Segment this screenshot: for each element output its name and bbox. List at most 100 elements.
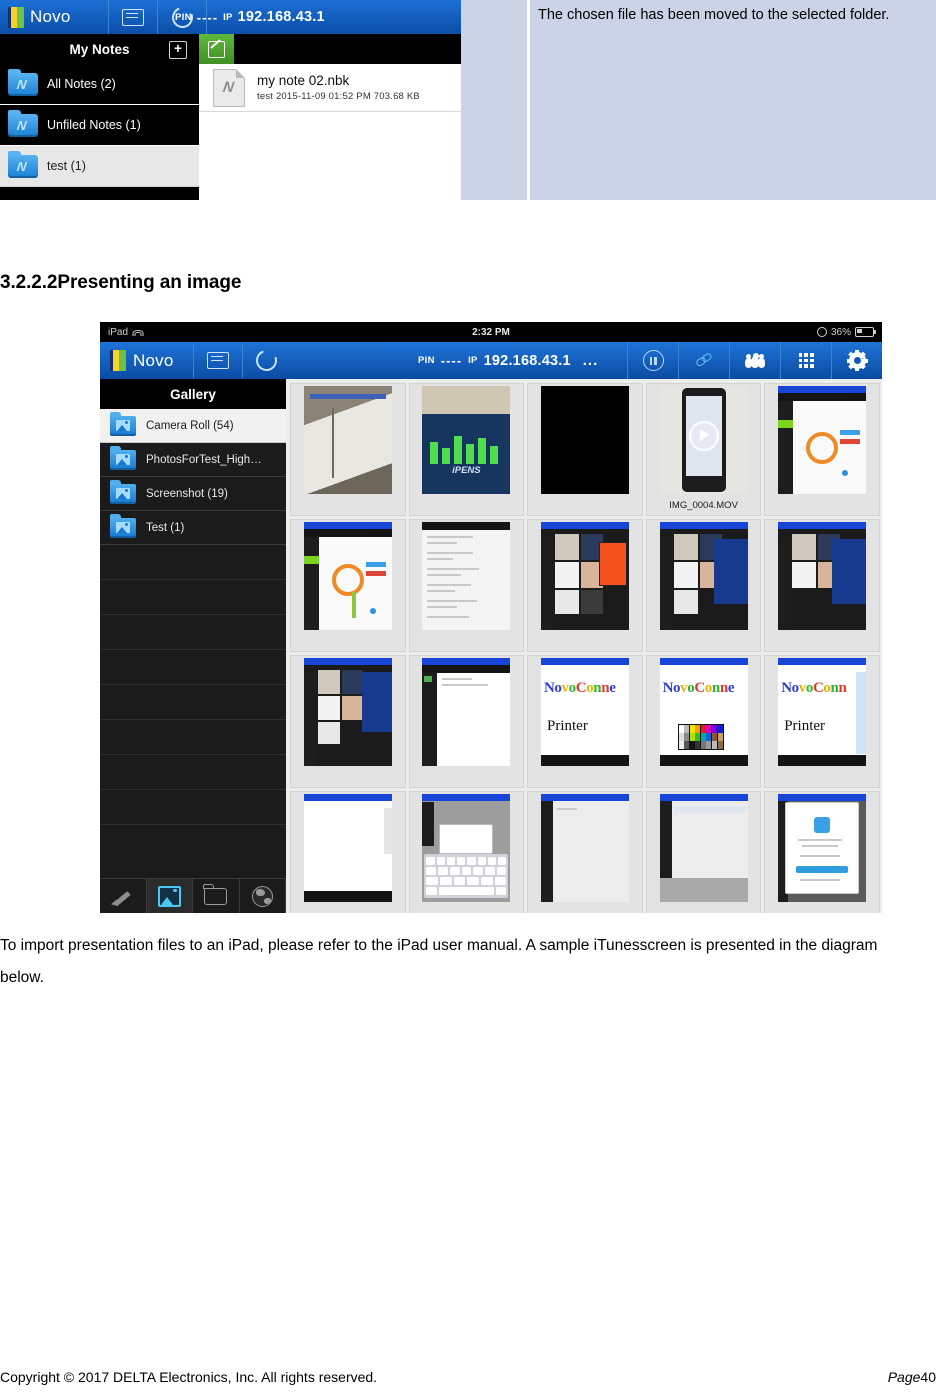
grid-item[interactable] — [290, 791, 406, 913]
album-empty-row — [100, 545, 286, 580]
album-folder-icon — [110, 480, 136, 504]
grid-item[interactable] — [527, 383, 643, 516]
novo-book-icon — [8, 6, 24, 28]
overflow-button[interactable]: ... — [583, 352, 599, 369]
settings-button[interactable] — [831, 342, 882, 379]
grid-item[interactable] — [645, 519, 762, 652]
status-right: 36% — [816, 326, 876, 338]
pin-value: ---- — [440, 353, 463, 368]
tab-files[interactable] — [193, 879, 240, 913]
ios-status-bar: iPad 2:32 PM 36% — [100, 322, 882, 342]
web-browser-icon — [251, 885, 273, 907]
notes-folder-icon: N — [8, 150, 38, 178]
grid-item[interactable] — [290, 655, 406, 788]
grid-item[interactable] — [527, 791, 643, 913]
whiteboard-pen-icon — [111, 887, 132, 909]
handwriting-text: NovoConne — [662, 680, 735, 696]
grid-item-whiteboard[interactable]: NovoConn Printer — [764, 655, 880, 788]
grid-item[interactable] — [764, 791, 880, 913]
gallery-sidebar: Gallery Camera Roll (54) PhotosForTest_H… — [100, 379, 286, 913]
notes-folder-item[interactable]: N Unfiled Notes (1) — [0, 105, 199, 146]
pages-dialog — [785, 802, 860, 894]
grid-item-video[interactable]: IMG_0004.MOV — [645, 383, 762, 516]
gallery-toolbar: Novo PIN ---- IP 192.168.43.1 ... — [100, 342, 882, 379]
album-item-screenshot[interactable]: Screenshot (19) — [100, 477, 286, 511]
notes-sidebar-header: My Notes + — [0, 34, 199, 64]
grid-item[interactable] — [645, 791, 762, 913]
gallery-tab-bar — [100, 878, 286, 913]
album-item-photosfortest[interactable]: PhotosForTest_High… — [100, 443, 286, 477]
participants-button[interactable] — [729, 342, 780, 379]
album-item-test[interactable]: Test (1) — [100, 511, 286, 545]
album-label: Screenshot (19) — [146, 487, 228, 500]
cast-button[interactable] — [109, 0, 157, 34]
album-empty-row — [100, 720, 286, 755]
grid-item[interactable] — [408, 655, 525, 788]
gallery-body: Gallery Camera Roll (54) PhotosForTest_H… — [100, 379, 882, 913]
pin-value: ---- — [196, 9, 219, 25]
pin-label: PIN — [418, 355, 435, 366]
notes-folder-label: All Notes (2) — [47, 77, 116, 91]
ip-label: IP — [223, 11, 233, 23]
grid-item-whiteboard[interactable]: NovoConne — [645, 655, 762, 788]
color-palette[interactable] — [677, 724, 724, 750]
note-file-row[interactable]: N my note 02.nbk test 2015-11-09 01:52 P… — [199, 64, 461, 112]
gallery-toolbar-actions — [627, 342, 882, 379]
pin-label: PIN — [175, 11, 192, 23]
refresh-icon — [252, 346, 281, 375]
tab-browser[interactable] — [240, 879, 286, 913]
ip-value: 192.168.43.1 — [483, 352, 571, 369]
novo-logo[interactable]: Novo — [0, 6, 108, 28]
pause-icon — [642, 350, 664, 371]
novo-gallery-screenshot: iPad 2:32 PM 36% Novo PIN ---- IP 192.16… — [100, 322, 882, 913]
album-empty-row — [100, 615, 286, 650]
tab-gallery[interactable] — [146, 879, 193, 913]
onscreen-keyboard[interactable] — [424, 854, 509, 898]
novo-logo[interactable]: Novo — [100, 350, 193, 371]
cast-button[interactable] — [194, 342, 241, 379]
note-file-info: my note 02.nbk test 2015-11-09 01:52 PM … — [257, 73, 420, 103]
pages-primary-button[interactable] — [796, 866, 849, 873]
new-note-button[interactable] — [199, 34, 234, 64]
grid-item[interactable] — [290, 519, 406, 652]
notes-panel-header — [199, 34, 461, 64]
grid-item[interactable] — [764, 383, 880, 516]
apps-button[interactable] — [780, 342, 831, 379]
ip-label: IP — [468, 355, 478, 366]
grid-item[interactable] — [408, 519, 525, 652]
gallery-toolbar-left: Novo — [100, 342, 290, 379]
grid-item[interactable] — [764, 519, 880, 652]
notes-folder-item[interactable]: N All Notes (2) — [0, 64, 199, 105]
photo-grid: iPENS IMG_0004.MOV NovoConne Printer Novo… — [286, 379, 882, 913]
album-empty-row — [100, 650, 286, 685]
figure-cell: Novo PIN ---- IP 192.168.43.1 My Notes +… — [0, 0, 527, 200]
alert-dialog — [439, 824, 494, 855]
grid-item[interactable] — [290, 383, 406, 516]
album-item-camera-roll[interactable]: Camera Roll (54) — [100, 409, 286, 443]
handwriting-text2: Printer — [784, 718, 826, 734]
notes-folder-label: Unfiled Notes (1) — [47, 118, 141, 132]
page-footer: Copyright © 2017 DELTA Electronics, Inc.… — [0, 1369, 936, 1385]
notes-sidebar-title: My Notes — [69, 41, 130, 57]
handwriting-text: NovoConn — [781, 680, 847, 696]
album-folder-icon — [110, 514, 136, 538]
novo-notes-screenshot: Novo PIN ---- IP 192.168.43.1 My Notes +… — [0, 0, 461, 200]
dialog-overlay — [832, 539, 867, 604]
document-page: Novo PIN ---- IP 192.168.43.1 My Notes +… — [0, 0, 936, 1399]
battery-percent: 36% — [830, 326, 851, 338]
notes-folder-icon: N — [8, 109, 38, 137]
add-folder-button[interactable]: + — [169, 41, 187, 59]
grid-item[interactable]: iPENS — [408, 383, 525, 516]
tab-whiteboard[interactable] — [100, 879, 147, 913]
novo-book-icon — [110, 350, 126, 371]
nbk-file-icon: N — [213, 68, 245, 107]
link-button[interactable] — [678, 342, 729, 379]
album-folder-icon — [110, 412, 136, 436]
grid-item[interactable] — [527, 519, 643, 652]
pause-button[interactable] — [627, 342, 678, 379]
grid-item-whiteboard[interactable]: NovoConne Printer — [527, 655, 643, 788]
footer-page-number: 40 — [920, 1369, 936, 1385]
grid-item[interactable] — [408, 791, 525, 913]
notes-folder-item-selected[interactable]: N test (1) — [0, 146, 199, 187]
refresh-button[interactable] — [243, 342, 290, 379]
